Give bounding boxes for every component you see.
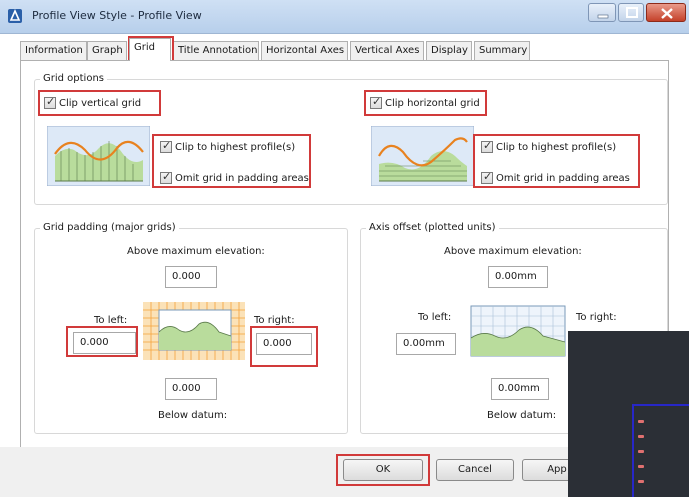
tab-graph[interactable]: Graph [87, 41, 127, 60]
tab-information[interactable]: Information [20, 41, 87, 60]
ao-below-label: Below datum: [487, 410, 557, 421]
gp-right-highlight [250, 326, 318, 367]
blue-border-line [632, 404, 689, 406]
minimize-button[interactable] [588, 3, 616, 22]
ok-button-highlight [336, 454, 430, 486]
ao-left-input[interactable]: 0.00mm [396, 333, 456, 355]
clip-horizontal-highlight [364, 90, 487, 116]
ao-left-label: To left: [418, 312, 452, 323]
tab-horizontal-axes[interactable]: Horizontal Axes [261, 41, 348, 60]
grid-options-label: Grid options [40, 73, 107, 84]
horizontal-grid-preview-image [371, 126, 474, 186]
cancel-button[interactable]: Cancel [436, 459, 514, 481]
title-bar: Profile View Style - Profile View [0, 0, 689, 34]
tab-strip: Information Graph Grid Title Annotation … [20, 38, 680, 61]
overlapping-dark-window [568, 331, 689, 497]
grid-padding-preview-image [143, 302, 245, 360]
ao-below-input[interactable]: 0.00mm [491, 378, 549, 400]
autocad-civil3d-icon [8, 9, 22, 23]
ao-above-input[interactable]: 0.00mm [488, 266, 548, 288]
ao-above-label: Above maximum elevation: [444, 246, 582, 257]
axis-offset-preview-image [467, 302, 569, 360]
close-icon [661, 8, 673, 19]
gp-right-label: To right: [254, 315, 295, 326]
tab-vertical-axes[interactable]: Vertical Axes [350, 41, 424, 60]
pink-dash-marker [638, 465, 644, 468]
ao-right-label: To right: [576, 312, 617, 323]
blue-border-line [632, 404, 634, 497]
window-title: Profile View Style - Profile View [32, 9, 202, 22]
tab-grid[interactable]: Grid [129, 38, 171, 61]
vertical-grid-preview-image [47, 126, 150, 186]
clip-vertical-highlight [38, 90, 161, 116]
grid-padding-label: Grid padding (major grids) [40, 222, 179, 233]
minimize-icon [597, 14, 609, 19]
left-sub-options-highlight [152, 134, 311, 188]
tab-title-annotation[interactable]: Title Annotation [173, 41, 259, 60]
close-button[interactable] [646, 3, 686, 22]
pink-dash-marker [638, 450, 644, 453]
tab-display[interactable]: Display [426, 41, 472, 60]
maximize-button[interactable] [618, 3, 644, 22]
gp-above-input[interactable]: 0.000 [165, 266, 217, 288]
pink-dash-marker [638, 435, 644, 438]
maximize-icon [626, 7, 638, 18]
gp-left-label: To left: [94, 315, 128, 326]
tab-summary[interactable]: Summary [474, 41, 530, 60]
gp-left-highlight [66, 326, 138, 357]
gp-below-label: Below datum: [158, 410, 228, 421]
gp-below-input[interactable]: 0.000 [165, 378, 217, 400]
pink-dash-marker [638, 480, 644, 483]
pink-dash-marker [638, 420, 644, 423]
gp-above-label: Above maximum elevation: [127, 246, 265, 257]
right-sub-options-highlight [473, 134, 640, 188]
axis-offset-label: Axis offset (plotted units) [366, 222, 499, 233]
